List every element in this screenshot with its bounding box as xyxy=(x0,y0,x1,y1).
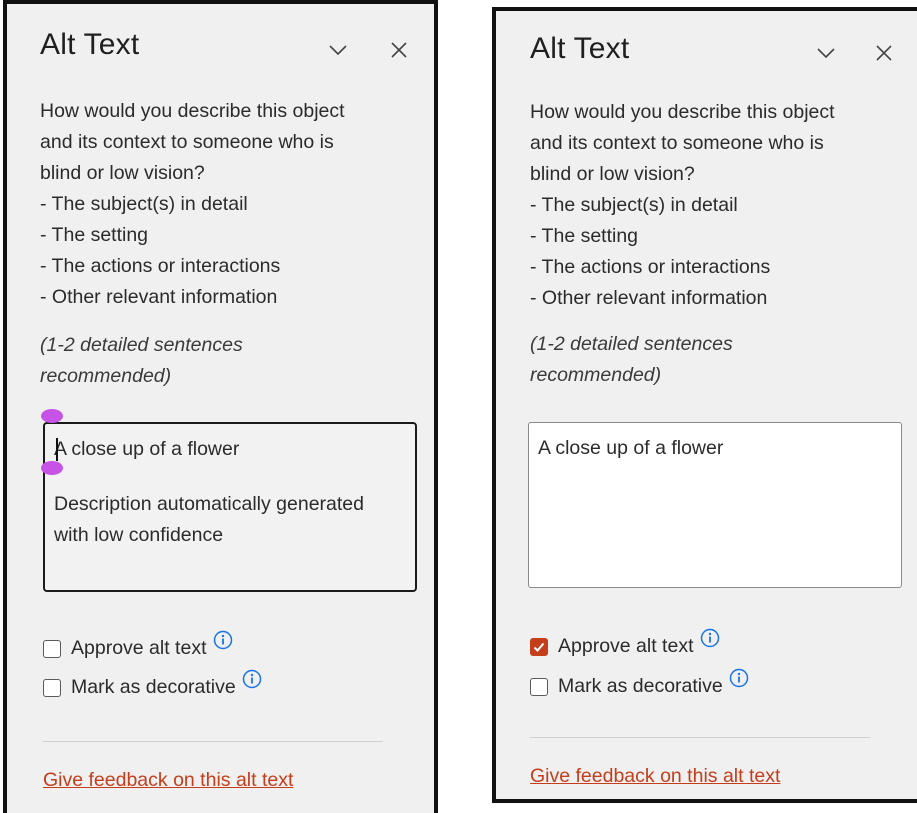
close-icon[interactable] xyxy=(874,43,894,63)
alt-text-line: A close up of a flower xyxy=(54,438,240,460)
prompt-line: and its context to someone who is xyxy=(530,132,824,154)
prompt-line: - The subject(s) in detail xyxy=(530,194,738,216)
pane-title: Alt Text xyxy=(530,32,630,65)
approve-alt-text-label: Approve alt text xyxy=(558,635,694,657)
prompt-line: - The setting xyxy=(40,224,149,246)
alt-text-prompt: How would you describe this object and i… xyxy=(530,97,910,314)
hint-line: (1-2 detailed sentences xyxy=(40,334,243,356)
mark-decorative-checkbox[interactable] xyxy=(43,678,61,697)
divider xyxy=(530,737,870,738)
alt-text-line: A close up of a flower xyxy=(538,437,724,459)
approve-alt-text-label: Approve alt text xyxy=(71,637,207,659)
chevron-down-icon[interactable] xyxy=(816,43,836,63)
approve-alt-text-checkbox[interactable] xyxy=(43,639,61,658)
length-hint: (1-2 detailed sentences recommended) xyxy=(530,329,830,391)
info-icon[interactable] xyxy=(242,669,262,695)
selection-handle-bottom[interactable] xyxy=(41,461,63,475)
approve-alt-text-row: Approve alt text xyxy=(43,630,233,660)
alt-text-prompt: How would you describe this object and i… xyxy=(40,96,420,313)
prompt-line: blind or low vision? xyxy=(530,163,695,185)
pane-title: Alt Text xyxy=(40,28,140,61)
approve-alt-text-checkbox[interactable] xyxy=(530,637,548,656)
checkmark-icon xyxy=(533,642,545,652)
prompt-line: - The actions or interactions xyxy=(530,256,771,278)
alt-text-pane-editing: Alt Text How would you describe this obj… xyxy=(3,0,438,813)
prompt-line: - The subject(s) in detail xyxy=(40,193,248,215)
approve-alt-text-row: Approve alt text xyxy=(530,628,720,658)
mark-decorative-row: Mark as decorative xyxy=(43,669,262,699)
prompt-line: How would you describe this object xyxy=(40,100,345,122)
alt-text-line: with low confidence xyxy=(54,524,224,546)
mark-decorative-checkbox[interactable] xyxy=(530,677,548,696)
info-icon[interactable] xyxy=(729,668,749,694)
hint-line: recommended) xyxy=(530,364,662,386)
mark-decorative-label: Mark as decorative xyxy=(71,676,236,698)
mark-decorative-label: Mark as decorative xyxy=(558,675,723,697)
length-hint: (1-2 detailed sentences recommended) xyxy=(40,330,340,392)
info-icon[interactable] xyxy=(700,628,720,654)
divider xyxy=(43,741,383,742)
prompt-line: - Other relevant information xyxy=(530,287,768,309)
prompt-line: How would you describe this object xyxy=(530,101,835,123)
alt-text-input[interactable]: A close up of a flower xyxy=(528,422,902,588)
alt-text-pane-approved: Alt Text How would you describe this obj… xyxy=(492,7,917,803)
selection-handle-top[interactable] xyxy=(41,409,63,423)
hint-line: recommended) xyxy=(40,365,172,387)
give-feedback-link[interactable]: Give feedback on this alt text xyxy=(43,769,293,792)
hint-line: (1-2 detailed sentences xyxy=(530,333,733,355)
give-feedback-link[interactable]: Give feedback on this alt text xyxy=(530,765,780,788)
alt-text-line: Description automatically generated xyxy=(54,493,365,515)
prompt-line: and its context to someone who is xyxy=(40,131,334,153)
prompt-line: - Other relevant information xyxy=(40,286,278,308)
chevron-down-icon[interactable] xyxy=(328,40,348,60)
close-icon[interactable] xyxy=(389,40,409,60)
alt-text-input[interactable]: A close up of a flower Description autom… xyxy=(43,422,417,592)
info-icon[interactable] xyxy=(213,630,233,656)
prompt-line: blind or low vision? xyxy=(40,162,205,184)
text-caret xyxy=(56,438,58,461)
prompt-line: - The actions or interactions xyxy=(40,255,281,277)
prompt-line: - The setting xyxy=(530,225,639,247)
mark-decorative-row: Mark as decorative xyxy=(530,668,749,698)
